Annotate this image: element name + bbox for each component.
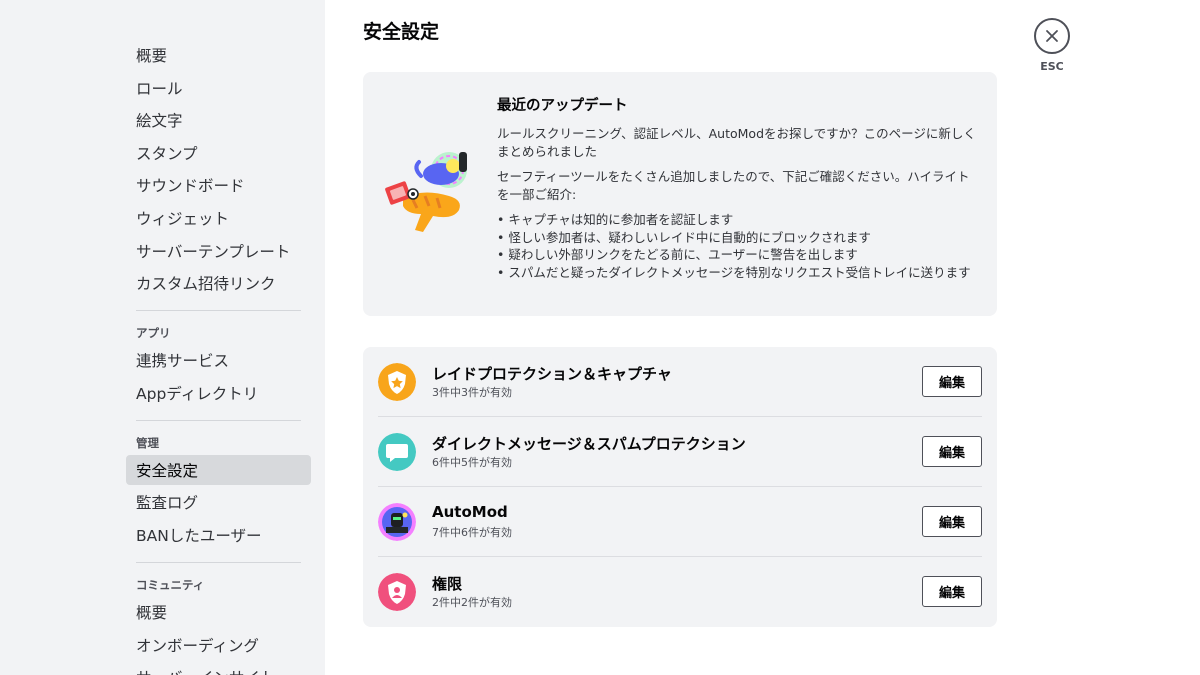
edit-dm-spam-protection-button[interactable]: 編集 bbox=[922, 436, 982, 467]
list-item: • キャプチャは知的に参加者を認証します bbox=[497, 212, 734, 227]
sidebar-item-roles[interactable]: ロール bbox=[126, 73, 311, 103]
message-icon bbox=[378, 433, 416, 471]
update-title: 最近のアップデート bbox=[497, 98, 628, 114]
mascot-illustration-icon bbox=[385, 152, 467, 232]
nav-divider bbox=[136, 561, 301, 563]
setting-status: 2件中2件が有効 bbox=[432, 596, 512, 609]
setting-status: 3件中3件が有効 bbox=[432, 386, 512, 399]
setting-status: 7件中6件が有効 bbox=[432, 526, 512, 539]
sidebar-item-overview[interactable]: 概要 bbox=[126, 40, 311, 70]
settings-nav: 概要 ロール 絵文字 スタンプ サウンドボード ウィジェット サーバーテンプレー… bbox=[126, 40, 311, 675]
close-icon bbox=[1046, 30, 1058, 42]
settings-content: 安全設定 最近のアップデート ルールスクリーニング、認証レベル、AutoModを… bbox=[363, 0, 997, 675]
update-paragraph: ルールスクリーニング、認証レベル、AutoModをお探しですか？このページに新し… bbox=[497, 126, 976, 159]
sidebar-item-integrations[interactable]: 連携サービス bbox=[126, 345, 311, 375]
update-highlights-list: • キャプチャは知的に参加者を認証します • 怪しい参加者は、疑わしいレイド中に… bbox=[497, 211, 977, 281]
setting-row-raid-protection: レイドプロテクション＆キャプチャ 3件中3件が有効 編集 bbox=[378, 347, 982, 417]
shield-person-icon bbox=[378, 573, 416, 611]
sidebar-item-stickers[interactable]: スタンプ bbox=[126, 138, 311, 168]
update-text: 最近のアップデート ルールスクリーニング、認証レベル、AutoModをお探しです… bbox=[497, 94, 977, 281]
sidebar-item-onboarding[interactable]: オンボーディング bbox=[126, 630, 311, 660]
settings-sidebar: 概要 ロール 絵文字 スタンプ サウンドボード ウィジェット サーバーテンプレー… bbox=[0, 0, 325, 675]
sidebar-item-widget[interactable]: ウィジェット bbox=[126, 203, 311, 233]
list-item: • スパムだと疑ったダイレクトメッセージを特別なリクエスト受信トレイに送ります bbox=[497, 264, 971, 280]
close-settings: ESC bbox=[1034, 18, 1070, 73]
sidebar-item-app-directory[interactable]: Appディレクトリ bbox=[126, 378, 311, 408]
setting-name: 権限 bbox=[432, 575, 463, 593]
list-item: • 怪しい参加者は、疑わしいレイド中に自動的にブロックされます bbox=[497, 229, 871, 245]
recent-update-card: 最近のアップデート ルールスクリーニング、認証レベル、AutoModをお探しです… bbox=[363, 72, 997, 316]
sidebar-item-server-template[interactable]: サーバーテンプレート bbox=[126, 236, 311, 266]
edit-raid-protection-button[interactable]: 編集 bbox=[922, 366, 982, 397]
setting-name: AutoMod bbox=[432, 503, 508, 521]
nav-header-apps: アプリ bbox=[136, 326, 171, 341]
sidebar-item-bans[interactable]: BANしたユーザー bbox=[126, 520, 311, 550]
safety-settings-list: レイドプロテクション＆キャプチャ 3件中3件が有効 編集 ダイレクトメッセージ＆… bbox=[363, 347, 997, 627]
nav-divider bbox=[136, 310, 301, 312]
nav-header-moderation: 管理 bbox=[136, 435, 159, 450]
setting-row-permissions: 権限 2件中2件が有効 編集 bbox=[378, 557, 982, 627]
esc-label: ESC bbox=[1040, 60, 1064, 73]
nav-header-community: コミュニティ bbox=[136, 577, 205, 592]
sidebar-item-soundboard[interactable]: サウンドボード bbox=[126, 170, 311, 200]
page-title: 安全設定 bbox=[363, 21, 440, 43]
sidebar-item-community-overview[interactable]: 概要 bbox=[126, 597, 311, 627]
setting-status: 6件中5件が有効 bbox=[432, 456, 512, 469]
sidebar-item-emoji[interactable]: 絵文字 bbox=[126, 105, 311, 135]
list-item: • 疑わしい外部リンクをたどる前に、ユーザーに警告を出します bbox=[497, 247, 858, 262]
automod-robot-icon bbox=[378, 503, 416, 541]
sidebar-item-custom-invite-link[interactable]: カスタム招待リンク bbox=[126, 268, 311, 298]
nav-divider bbox=[136, 419, 301, 421]
setting-row-automod: AutoMod 7件中6件が有効 編集 bbox=[378, 487, 982, 557]
setting-row-dm-spam-protection: ダイレクトメッセージ＆スパムプロテクション 6件中5件が有効 編集 bbox=[378, 417, 982, 487]
sidebar-item-safety-setup[interactable]: 安全設定 bbox=[126, 454, 311, 485]
edit-permissions-button[interactable]: 編集 bbox=[922, 576, 982, 607]
sidebar-item-server-insights[interactable]: サーバーインサイト bbox=[126, 662, 311, 675]
setting-name: ダイレクトメッセージ＆スパムプロテクション bbox=[432, 435, 746, 453]
close-button[interactable] bbox=[1034, 18, 1070, 54]
sidebar-item-audit-log[interactable]: 監査ログ bbox=[126, 487, 311, 517]
shield-star-icon bbox=[378, 363, 416, 401]
update-paragraph: セーフティーツールをたくさん追加しましたので、下記ご確認ください。ハイライトを一… bbox=[497, 169, 970, 202]
setting-name: レイドプロテクション＆キャプチャ bbox=[432, 365, 672, 383]
edit-automod-button[interactable]: 編集 bbox=[922, 506, 982, 537]
